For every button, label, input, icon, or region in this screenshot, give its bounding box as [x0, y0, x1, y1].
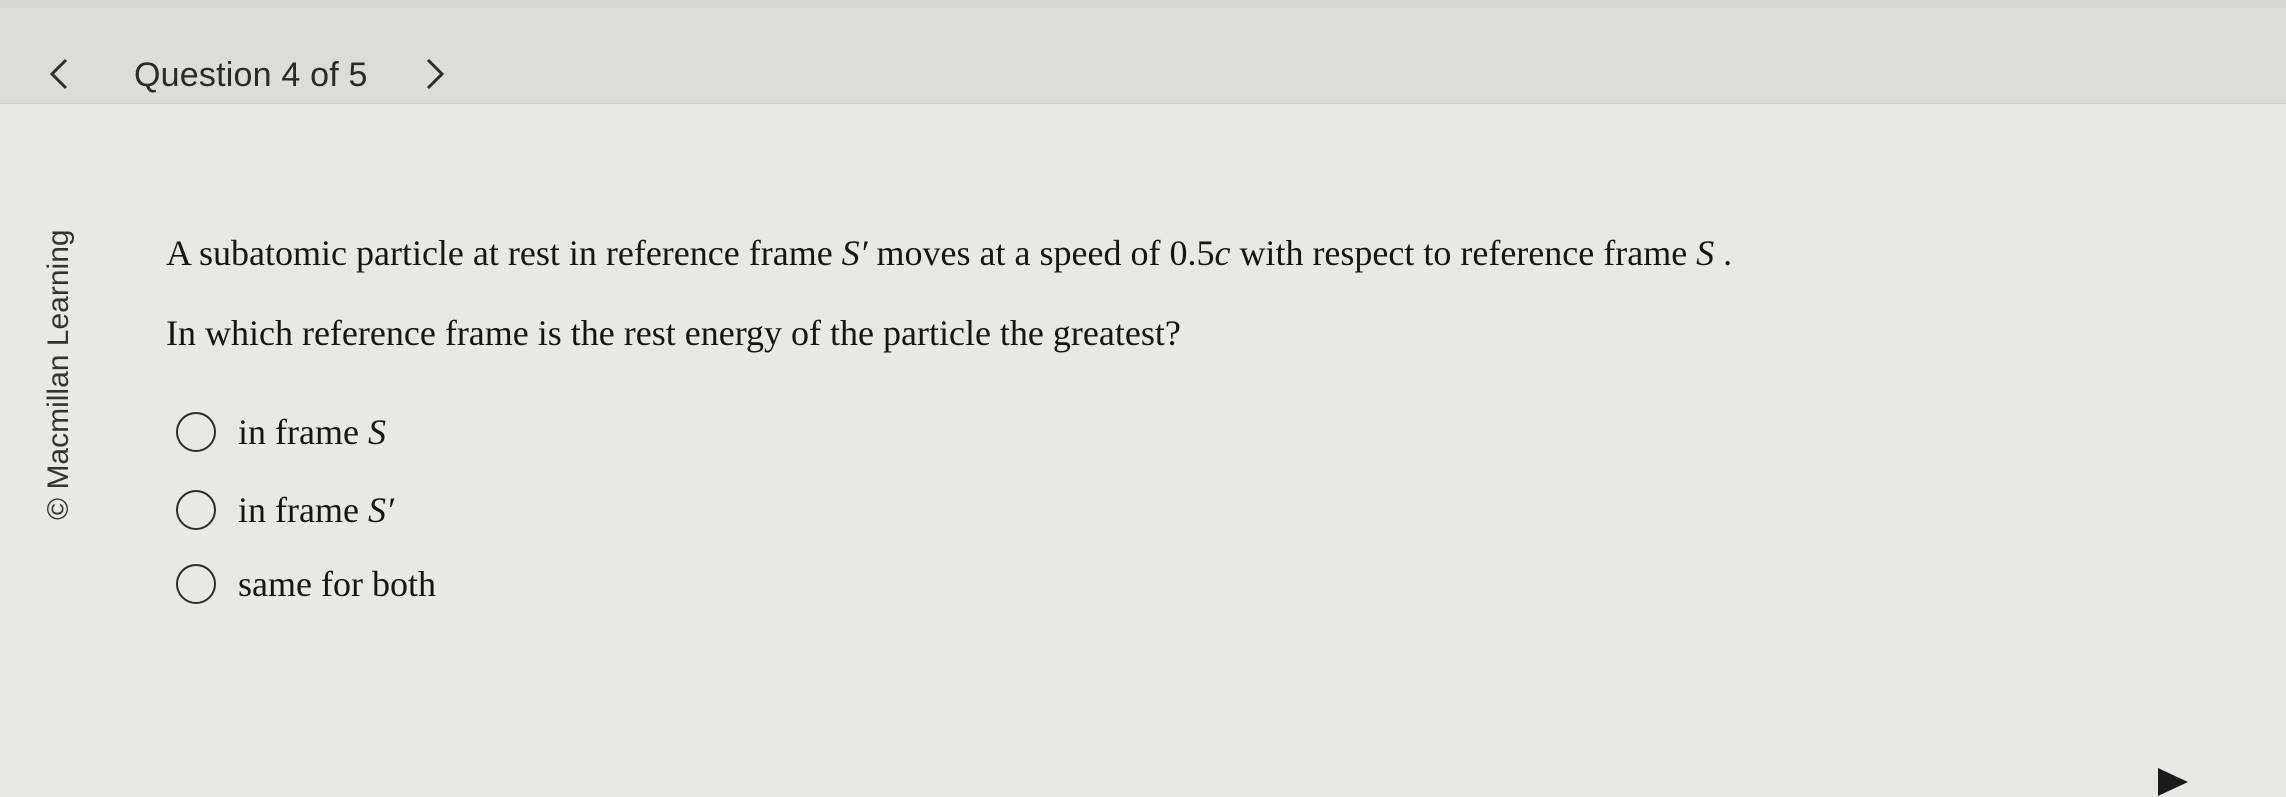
frame-s: S: [1696, 233, 1715, 273]
question-prefix: A subatomic particle at rest in referenc…: [166, 233, 842, 273]
frame-s-prime: S′: [841, 233, 868, 273]
radio-button[interactable]: [176, 412, 216, 452]
question-header: Question 4 of 5: [0, 8, 2286, 104]
option-math: S′: [367, 490, 394, 530]
option-text: same for both: [238, 564, 436, 604]
option-label: same for both: [238, 563, 436, 605]
answer-option-frame-s-prime[interactable]: in frame S′: [176, 487, 394, 533]
option-text: in frame: [238, 412, 368, 452]
top-strip: [0, 0, 2286, 8]
question-counter: Question 4 of 5: [134, 56, 368, 94]
mouse-cursor-icon: [2158, 768, 2188, 796]
question-text-line1: A subatomic particle at rest in referenc…: [166, 232, 1732, 274]
question-text-line2: In which reference frame is the rest ene…: [166, 313, 1181, 353]
question-middle: moves at a speed of 0.5: [867, 233, 1215, 273]
macmillan-credit: © Macmillan Learning: [42, 229, 75, 520]
option-label: in frame S: [238, 411, 386, 453]
radio-button[interactable]: [176, 564, 216, 604]
radio-button[interactable]: [176, 490, 216, 530]
question-suffix: with respect to reference frame: [1230, 233, 1697, 273]
next-question-button[interactable]: [420, 52, 450, 96]
chevron-right-icon: [426, 58, 445, 90]
option-label: in frame S′: [238, 489, 394, 531]
chevron-left-icon: [49, 58, 68, 90]
speed-of-light-symbol: c: [1214, 233, 1231, 273]
answer-option-same-for-both[interactable]: same for both: [176, 561, 436, 607]
option-math: S: [367, 412, 386, 452]
question-end: .: [1714, 233, 1733, 273]
previous-question-button[interactable]: [44, 52, 74, 96]
answer-option-frame-s[interactable]: in frame S: [176, 409, 386, 455]
option-text: in frame: [238, 490, 368, 530]
